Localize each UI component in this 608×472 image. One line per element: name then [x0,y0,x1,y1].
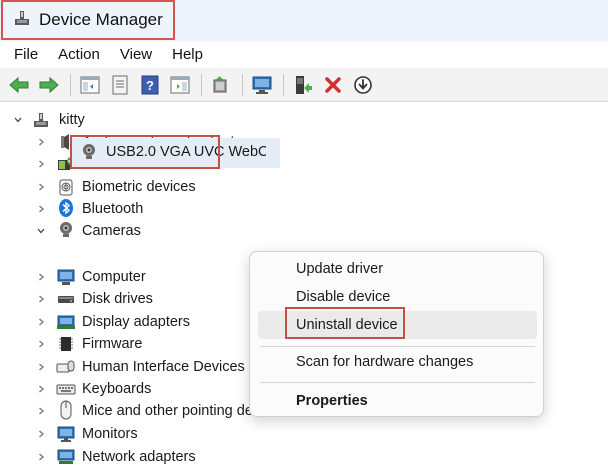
properties-sheet-icon[interactable] [107,72,133,98]
bluetooth-icon [56,198,76,218]
menu-action[interactable]: Action [48,42,110,68]
tree-item-label: Display adapters [82,314,190,330]
title-highlight-box: Device Manager [1,0,175,40]
chevron-right-icon[interactable] [35,338,47,350]
menu-help[interactable]: Help [162,42,213,68]
chevron-right-icon[interactable] [35,361,47,373]
chevron-right-icon[interactable] [35,428,47,440]
toolbar-separator [201,73,202,96]
tree-item-network-adapters[interactable]: Network adapters [0,446,280,468]
toolbar-separator [70,73,71,96]
menu-bar: File Action View Help [0,42,608,68]
ctx-scan-hardware[interactable]: Scan for hardware changes [258,348,537,376]
tree-item-disk-drives[interactable]: Disk drives [0,288,280,310]
tree-item-label: Keyboards [82,381,152,397]
window-title: Device Manager [39,10,163,29]
chevron-right-icon[interactable] [35,451,47,463]
back-arrow-icon[interactable] [6,72,32,98]
tree-item-label: Human Interface Devices [82,359,245,375]
tree-item-biometric[interactable]: Biometric devices [0,176,280,198]
firmware-chip-icon [56,334,76,354]
chevron-right-icon[interactable] [35,271,47,283]
update-driver-icon[interactable] [208,72,234,98]
hid-icon [56,357,76,377]
tree-item-label: Firmware [82,336,143,352]
tree-item-monitors[interactable]: Monitors [0,423,280,445]
tree-item-firmware[interactable]: Firmware [0,333,280,355]
tree-item-keyboards[interactable]: Keyboards [0,378,280,400]
help-icon[interactable]: ? [137,72,163,98]
chevron-down-icon[interactable] [12,114,24,126]
toolbar-separator [283,73,284,96]
tree-root-label: kitty [59,112,85,128]
show-hide-console-tree-icon[interactable] [77,72,103,98]
device-manager-app-icon [13,9,31,32]
webcam-highlight-box [70,135,220,169]
keyboard-icon [56,379,76,399]
monitor-icon [56,424,76,444]
title-bar: Device Manager [0,0,608,42]
forward-arrow-icon[interactable] [36,72,62,98]
action-pane-icon[interactable] [167,72,193,98]
tree-item-label: Bluetooth [82,201,144,217]
tree-item-cameras[interactable]: Cameras [0,220,280,242]
svg-text:?: ? [146,78,154,93]
tree-item-label: Cameras [82,223,141,239]
chevron-right-icon[interactable] [35,181,47,193]
display-adapter-icon [56,312,76,332]
uninstall-device-icon[interactable] [320,72,346,98]
chevron-right-icon[interactable] [35,316,47,328]
tree-item-bluetooth[interactable]: Bluetooth [0,198,280,220]
chevron-right-icon[interactable] [35,293,47,305]
tree-item-hid[interactable]: Human Interface Devices [0,356,280,378]
uninstall-highlight-box [285,307,405,339]
ctx-properties[interactable]: Properties [258,387,537,415]
disable-device-icon[interactable] [350,72,376,98]
network-adapter-icon [56,447,76,467]
tree-item-label: Network adapters [82,449,196,465]
tree-item-computer[interactable]: Computer [0,266,280,288]
tree-item-label: Computer [82,269,146,285]
ctx-update-driver[interactable]: Update driver [258,255,537,283]
disk-drive-icon [56,289,76,309]
chevron-right-icon[interactable] [35,405,47,417]
tree-item-mice[interactable]: Mice and other pointing devices [0,400,290,422]
tree-item-label: Monitors [82,426,138,442]
ctx-separator [260,382,535,383]
tree-item-display-adapters[interactable]: Display adapters [0,311,280,333]
toolbar-separator [242,73,243,96]
menu-view[interactable]: View [110,42,162,68]
mouse-icon [56,400,76,420]
tree-root-row[interactable]: kitty [0,109,200,131]
toolbar: ? [0,68,608,102]
tree-item-label: Disk drives [82,291,153,307]
camera-icon [56,220,76,240]
scan-hardware-icon[interactable] [249,72,275,98]
computer-icon [56,267,76,287]
tree-item-label: Biometric devices [82,179,196,195]
enable-device-icon[interactable] [290,72,316,98]
fingerprint-icon [56,177,76,197]
chevron-down-icon[interactable] [35,225,47,237]
chevron-right-icon[interactable] [35,203,47,215]
chevron-right-icon[interactable] [35,383,47,395]
menu-file[interactable]: File [4,42,48,68]
ctx-separator [260,346,535,347]
computer-root-icon [31,110,51,130]
